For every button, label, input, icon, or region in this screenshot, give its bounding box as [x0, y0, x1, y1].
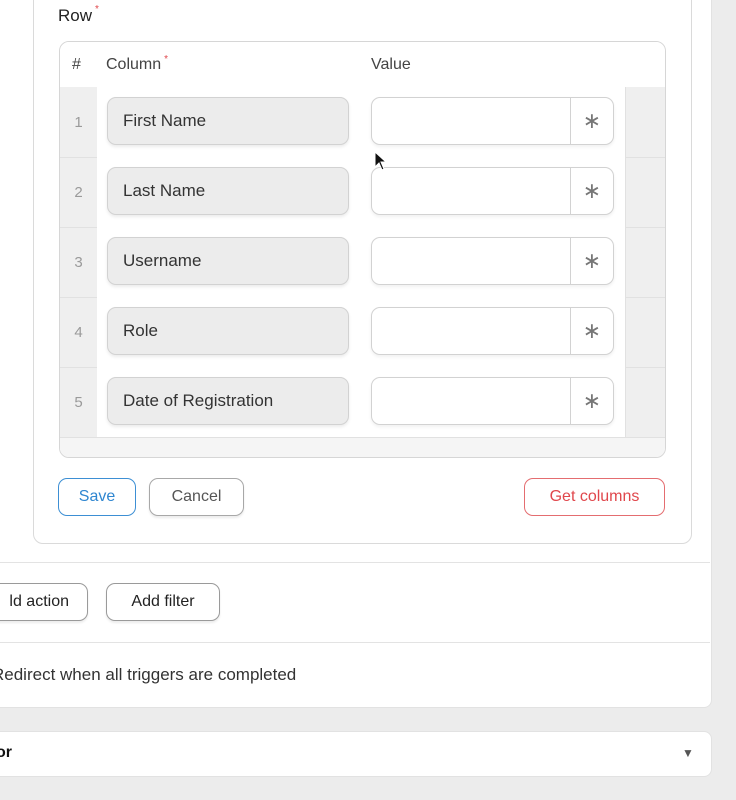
column-select[interactable]: Role	[107, 307, 349, 355]
value-cell: ∗	[361, 297, 626, 367]
asterisk-icon[interactable]: ∗	[570, 308, 613, 354]
value-field: ∗	[371, 167, 614, 216]
table-footer	[60, 437, 665, 457]
value-input[interactable]	[372, 308, 575, 356]
value-field: ∗	[371, 97, 614, 146]
row-number: 1	[60, 87, 98, 157]
column-cell: First Name	[97, 87, 362, 157]
redirect-label: Redirect when all triggers are completed	[0, 665, 297, 684]
add-action-button[interactable]: ld action	[0, 583, 88, 621]
cancel-button[interactable]: Cancel	[149, 478, 244, 516]
value-input[interactable]	[372, 238, 575, 286]
header-column-text: Column	[106, 56, 162, 73]
bottom-select[interactable]	[0, 731, 712, 777]
row-number: 3	[60, 227, 98, 297]
table-row: 1 First Name ∗	[60, 87, 665, 158]
column-select[interactable]: Last Name	[107, 167, 349, 215]
asterisk-icon[interactable]: ∗	[570, 98, 613, 144]
column-select[interactable]: Username	[107, 237, 349, 285]
get-columns-button[interactable]: Get columns	[524, 478, 665, 516]
mouse-cursor-icon	[374, 151, 388, 171]
value-input[interactable]	[372, 98, 575, 146]
value-field: ∗	[371, 307, 614, 356]
required-mark: *	[95, 4, 99, 15]
value-cell: ∗	[361, 227, 626, 297]
column-select[interactable]: First Name	[107, 97, 349, 145]
value-input[interactable]	[372, 168, 575, 216]
row-number: 2	[60, 157, 98, 227]
value-cell: ∗	[361, 157, 626, 227]
column-cell: Date of Registration	[97, 367, 362, 437]
row-label-text: Row	[58, 6, 93, 25]
header-value: Value	[371, 56, 411, 73]
column-cell: Last Name	[97, 157, 362, 227]
asterisk-icon[interactable]: ∗	[570, 168, 613, 214]
table-row: 3 Username ∗	[60, 227, 665, 298]
header-number: #	[72, 56, 81, 73]
row-table: # Column * Value 1 First Name ∗ 2 Last Na…	[59, 41, 666, 458]
table-row: 2 Last Name ∗	[60, 157, 665, 228]
column-select[interactable]: Date of Registration	[107, 377, 349, 425]
row-label: Row *	[58, 4, 99, 26]
value-cell: ∗	[361, 87, 626, 157]
column-cell: Role	[97, 297, 362, 367]
value-field: ∗	[371, 237, 614, 286]
caret-down-icon[interactable]: ▼	[682, 746, 694, 760]
add-filter-button[interactable]: Add filter	[106, 583, 220, 621]
value-cell: ∗	[361, 367, 626, 437]
required-mark: *	[164, 54, 169, 65]
bottom-select-label: or	[0, 744, 12, 761]
row-number: 5	[60, 367, 98, 437]
table-body: 1 First Name ∗ 2 Last Name ∗ 3 Username …	[60, 87, 665, 438]
asterisk-icon[interactable]: ∗	[570, 238, 613, 284]
header-column: Column *	[106, 54, 169, 74]
divider	[0, 642, 710, 643]
value-field: ∗	[371, 377, 614, 426]
value-input[interactable]	[372, 378, 575, 426]
asterisk-icon[interactable]: ∗	[570, 378, 613, 424]
column-cell: Username	[97, 227, 362, 297]
table-row: 5 Date of Registration ∗	[60, 367, 665, 438]
table-header: # Column * Value	[60, 42, 665, 88]
save-button[interactable]: Save	[58, 478, 136, 516]
table-row: 4 Role ∗	[60, 297, 665, 368]
row-number: 4	[60, 297, 98, 367]
divider	[0, 562, 710, 563]
